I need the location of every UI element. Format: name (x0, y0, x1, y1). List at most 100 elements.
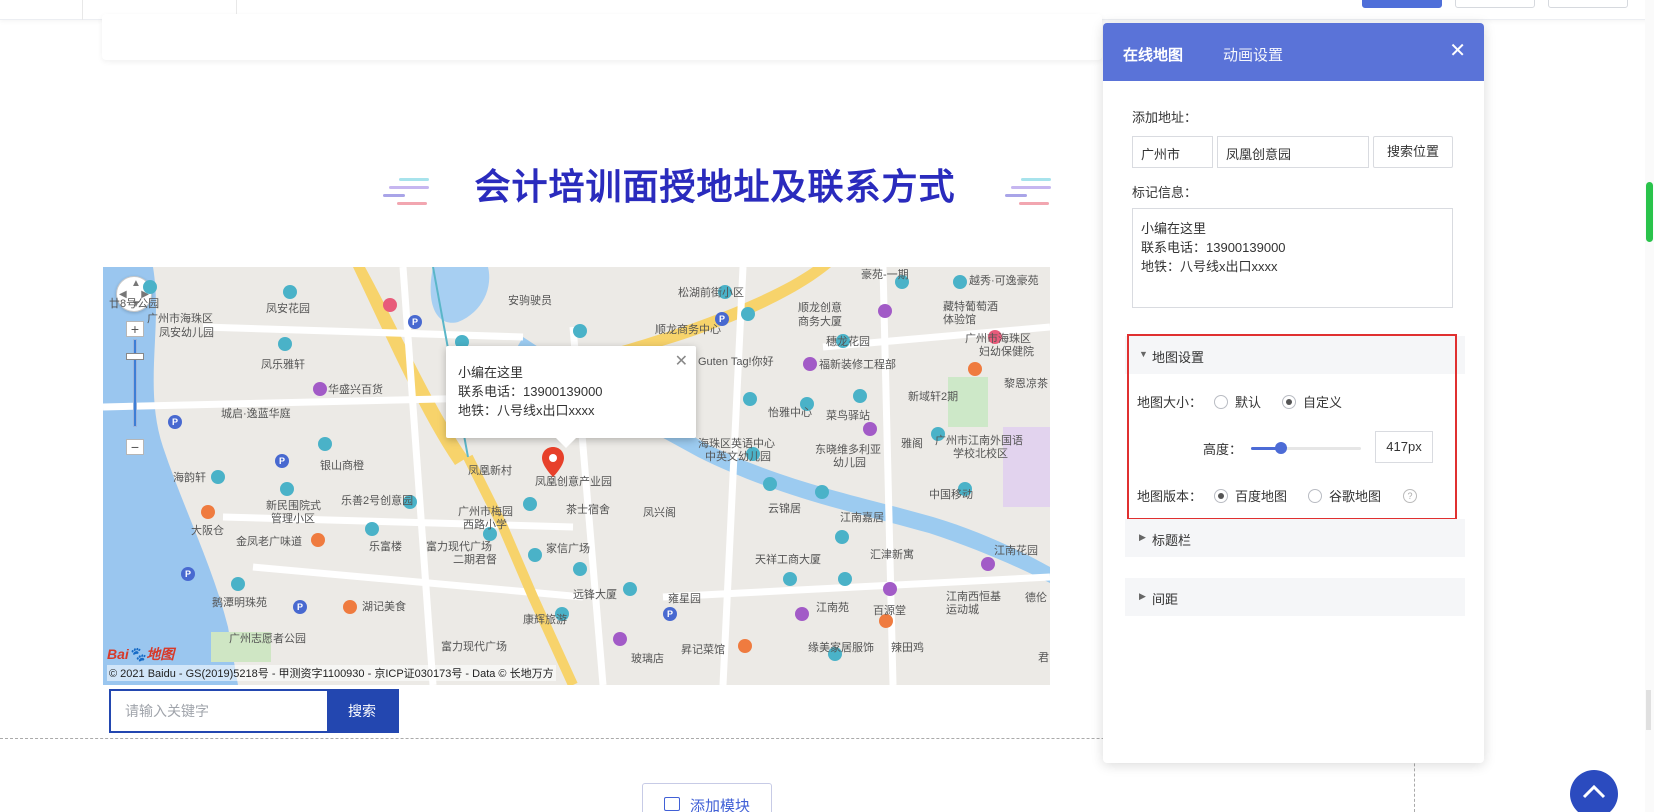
map-label: 江南花园 (994, 545, 1038, 557)
map-label: 雅阁 (901, 438, 923, 450)
poi-icon[interactable] (863, 422, 877, 436)
zoom-in-icon[interactable]: + (126, 321, 144, 337)
map-label: 乐富楼 (369, 541, 402, 553)
poi-icon[interactable] (763, 477, 777, 491)
poi-icon[interactable] (743, 392, 757, 406)
section-title-block: 会计培训面授地址及联系方式 (380, 150, 1051, 210)
parking-icon[interactable]: P (293, 600, 307, 614)
poi-icon[interactable] (143, 280, 157, 294)
map-label: 百源堂 (873, 605, 906, 617)
food-icon[interactable] (201, 505, 215, 519)
map-label: 东晓维多利亚 (815, 444, 881, 456)
poi-icon[interactable] (795, 607, 809, 621)
tab-animation-settings[interactable]: 动画设置 (1223, 44, 1283, 65)
map-label: Guten Tag!你好 (698, 356, 774, 368)
keyword-input[interactable] (111, 691, 327, 731)
poi-icon[interactable] (803, 357, 817, 371)
parking-icon[interactable]: P (408, 315, 422, 329)
poi-icon[interactable] (523, 497, 537, 511)
baidu-map[interactable]: ▲ ▼ ◀ ▶ + − P P P P P P P 廿8号公园 广州市海珠区 凤… (103, 267, 1050, 685)
close-icon[interactable]: ✕ (1449, 41, 1466, 61)
poi-icon[interactable] (283, 285, 297, 299)
tab-online-map[interactable]: 在线地图 (1123, 44, 1184, 84)
close-icon[interactable]: ✕ (675, 352, 688, 371)
food-icon[interactable] (311, 533, 325, 547)
map-label: 凤凰新村 (468, 465, 512, 477)
parking-icon[interactable]: P (181, 567, 195, 581)
map-label: 鹅潭明珠苑 (212, 597, 267, 609)
poi-icon[interactable] (878, 304, 892, 318)
toolbar-primary-button[interactable] (1362, 0, 1442, 8)
poi-icon[interactable] (365, 522, 379, 536)
map-label: 二期君督 (453, 554, 497, 566)
poi-icon[interactable] (613, 632, 627, 646)
map-label: 中英文幼儿园 (705, 451, 771, 463)
toolbar-button[interactable] (1548, 0, 1628, 8)
poi-icon[interactable] (623, 582, 637, 596)
location-marker-icon[interactable] (542, 447, 564, 477)
poi-icon[interactable] (838, 572, 852, 586)
food-icon[interactable] (738, 639, 752, 653)
page-scrollbar[interactable] (1645, 0, 1654, 812)
map-label: 顺龙商务中心 (655, 324, 721, 336)
map-keyword-search: 搜索 (109, 689, 399, 733)
poi-icon[interactable] (278, 337, 292, 351)
address-row: 广州市 凤凰创意园 搜索位置 (1132, 136, 1453, 168)
scrollbar-track-mark (1646, 690, 1651, 730)
address-label: 添加地址： (1132, 110, 1198, 125)
map-label: 穗龙花园 (826, 336, 870, 348)
map-label: 昇记菜馆 (681, 644, 725, 656)
map-label: 广州志愿者公园 (229, 633, 306, 645)
map-label: 海珠区英语中心 (698, 438, 775, 450)
poi-icon[interactable] (573, 324, 587, 338)
city-input[interactable]: 广州市 (1132, 136, 1213, 168)
poi-icon[interactable] (853, 389, 867, 403)
toolbar-button[interactable] (1455, 0, 1535, 8)
poi-icon[interactable] (383, 298, 397, 312)
poi-icon[interactable] (981, 557, 995, 571)
poi-icon[interactable] (280, 482, 294, 496)
section-spacing[interactable]: ▶ 间距 (1125, 578, 1465, 616)
map-label: 凤兴阁 (643, 507, 676, 519)
poi-icon[interactable] (231, 577, 245, 591)
poi-icon[interactable] (528, 548, 542, 562)
poi-icon[interactable] (313, 382, 327, 396)
search-location-button[interactable]: 搜索位置 (1373, 136, 1453, 168)
food-icon[interactable] (968, 362, 982, 376)
poi-icon[interactable] (815, 485, 829, 499)
map-info-window[interactable]: ✕ 小编在这里 联系电话：13900139000 地铁：八号线x出口xxxx (446, 346, 696, 448)
map-label: 大阪仓 (191, 525, 224, 537)
map-label: 华盛兴百货 (328, 384, 383, 396)
poi-icon[interactable] (741, 307, 755, 321)
map-label: 汇津新寓 (870, 549, 914, 561)
add-module-button[interactable]: 添加模块 (642, 783, 772, 812)
parking-icon[interactable]: P (663, 607, 677, 621)
search-button[interactable]: 搜索 (327, 691, 397, 731)
parking-icon[interactable]: P (168, 415, 182, 429)
poi-icon[interactable] (835, 530, 849, 544)
zoom-out-icon[interactable]: − (126, 439, 144, 455)
poi-icon[interactable] (783, 572, 797, 586)
map-label: 凤安花园 (266, 303, 310, 315)
food-icon[interactable] (343, 600, 357, 614)
map-label: 广州市海珠区 (965, 333, 1031, 345)
section-title-bar[interactable]: ▶ 标题栏 (1125, 519, 1465, 557)
map-label: 广州市江南外国语 (935, 435, 1023, 447)
panel-header: 在线地图 动画设置 ✕ (1103, 23, 1484, 84)
poi-icon[interactable] (211, 470, 225, 484)
scrollbar-thumb[interactable] (1646, 182, 1653, 242)
section-label: 间距 (1152, 592, 1179, 607)
zoom-slider-handle[interactable] (126, 353, 144, 360)
back-to-top-button[interactable] (1570, 770, 1618, 812)
poi-icon[interactable] (573, 562, 587, 576)
parking-icon[interactable]: P (275, 454, 289, 468)
map-label: 雍星园 (668, 593, 701, 605)
poi-icon[interactable] (883, 582, 897, 596)
map-label: 江南西恒基 (946, 591, 1001, 603)
poi-icon[interactable] (953, 275, 967, 289)
marker-info-textarea[interactable]: 小编在这里 联系电话：13900139000 地铁：八号线x出口xxxx (1132, 208, 1453, 308)
map-label: 幼儿园 (833, 457, 866, 469)
place-input[interactable]: 凤凰创意园 (1217, 136, 1369, 168)
poi-icon[interactable] (318, 437, 332, 451)
map-label: 江南苑 (816, 602, 849, 614)
